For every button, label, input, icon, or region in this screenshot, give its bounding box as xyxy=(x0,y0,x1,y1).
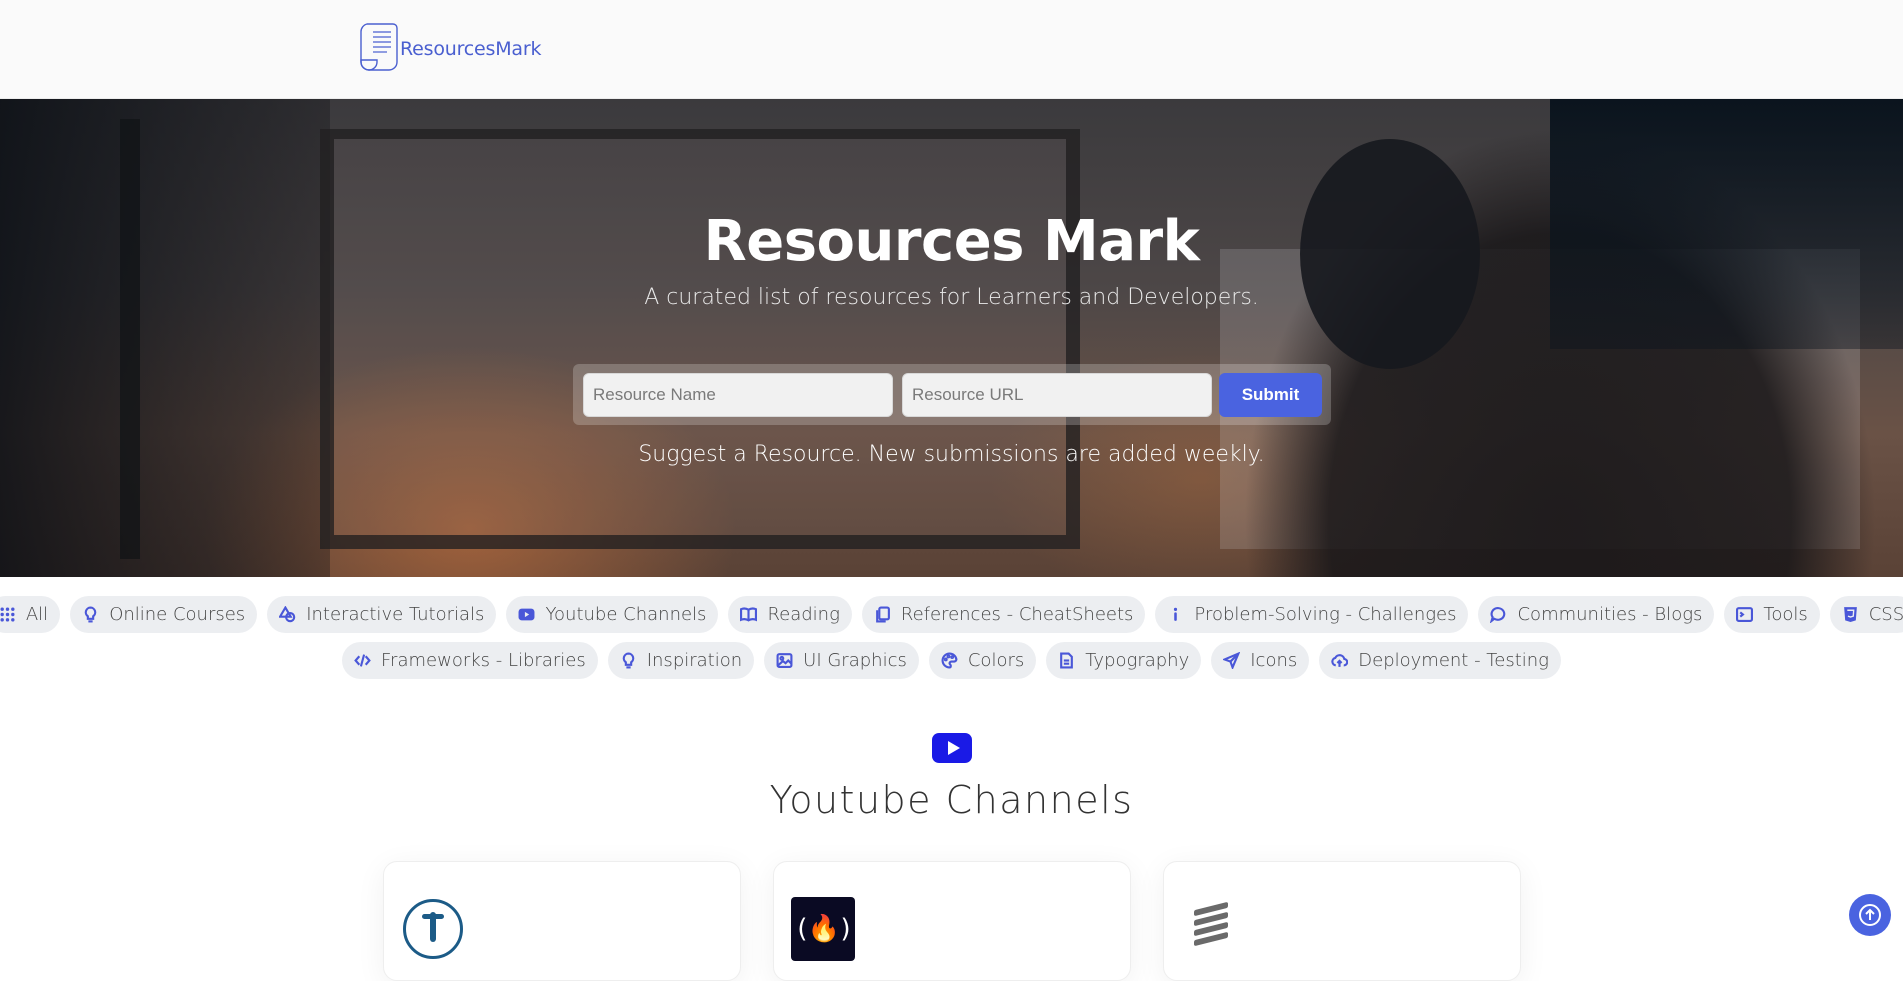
traversy-logo-icon xyxy=(403,899,463,959)
category-references-cheatsheets[interactable]: References - CheatSheets xyxy=(861,596,1146,633)
css3-icon xyxy=(1843,607,1857,622)
chat-icon xyxy=(1490,607,1506,623)
images-icon xyxy=(776,653,793,668)
category-label: All xyxy=(25,604,49,625)
category-all[interactable]: All xyxy=(0,596,61,633)
category-reading[interactable]: Reading xyxy=(728,596,852,633)
shapes-icon xyxy=(279,606,296,623)
hero-bg-shade xyxy=(0,99,330,577)
resource-card[interactable]: (🔥) xyxy=(773,861,1131,981)
category-colors[interactable]: Colors xyxy=(928,642,1037,679)
lightbulb-icon xyxy=(622,652,634,669)
category-label: Icons xyxy=(1250,650,1298,671)
category-label: Reading xyxy=(767,604,840,625)
arrow-up-circle-icon xyxy=(1859,904,1881,926)
category-deployment-testing[interactable]: Deployment - Testing xyxy=(1319,642,1561,679)
category-online-courses[interactable]: Online Courses xyxy=(70,596,258,633)
category-typography[interactable]: Typography xyxy=(1046,642,1202,679)
book-open-icon xyxy=(740,607,758,622)
category-icons[interactable]: Icons xyxy=(1211,642,1310,679)
hero-section: Resources Mark A curated list of resourc… xyxy=(0,99,1903,577)
category-label: Colors xyxy=(967,650,1025,671)
info-icon xyxy=(1174,607,1178,621)
category-tools[interactable]: Tools xyxy=(1724,596,1820,633)
category-label: Youtube Channels xyxy=(545,604,707,625)
category-label: References - CheatSheets xyxy=(900,604,1134,625)
resource-url-input[interactable] xyxy=(902,373,1212,417)
scroll-document-icon xyxy=(360,23,398,71)
resource-card[interactable] xyxy=(383,861,741,981)
scroll-to-top-button[interactable] xyxy=(1849,894,1891,936)
category-label: Frameworks - Libraries xyxy=(381,650,586,671)
stripes-logo-icon xyxy=(1194,901,1228,954)
grid-icon xyxy=(0,607,15,622)
category-label: Interactive Tutorials xyxy=(306,604,485,625)
hero-subtitle: A curated list of resources for Learners… xyxy=(644,285,1259,310)
category-label: Problem-Solving - Challenges xyxy=(1194,604,1457,625)
submit-button[interactable]: Submit xyxy=(1219,373,1322,417)
suggest-resource-form: Submit xyxy=(573,364,1331,425)
hero-title: Resources Mark xyxy=(703,209,1200,274)
terminal-icon xyxy=(1736,607,1754,622)
category-label: Communities - Blogs xyxy=(1517,604,1703,625)
category-filter: All Online Courses Interactive Tutorials… xyxy=(0,596,1903,688)
category-inspiration[interactable]: Inspiration xyxy=(607,642,755,679)
lightbulb-icon xyxy=(84,606,97,623)
category-label: Tools xyxy=(1763,604,1808,625)
send-icon xyxy=(1223,652,1241,669)
category-css[interactable]: CSS xyxy=(1829,596,1903,633)
freecodecamp-logo-icon: (🔥) xyxy=(791,897,855,961)
category-communities-blogs[interactable]: Communities - Blogs xyxy=(1478,596,1715,633)
category-label: Online Courses xyxy=(109,604,246,625)
resource-name-input[interactable] xyxy=(583,373,893,417)
category-label: CSS xyxy=(1868,604,1903,625)
category-label: Deployment - Testing xyxy=(1358,650,1549,671)
palette-icon xyxy=(941,652,958,669)
resource-card[interactable] xyxy=(1163,861,1521,981)
category-label: Inspiration xyxy=(646,650,743,671)
category-problem-solving-challenges[interactable]: Problem-Solving - Challenges xyxy=(1155,596,1469,633)
files-icon xyxy=(876,606,890,623)
category-youtube-channels[interactable]: Youtube Channels xyxy=(506,596,719,633)
category-ui-graphics[interactable]: UI Graphics xyxy=(764,642,919,679)
category-row-1: All Online Courses Interactive Tutorials… xyxy=(0,596,1903,633)
file-text-icon xyxy=(1060,652,1074,669)
section-title: Youtube Channels xyxy=(769,778,1134,822)
youtube-icon xyxy=(518,608,535,621)
category-label: Typography xyxy=(1085,650,1190,671)
hero-bg-window-frame xyxy=(120,119,140,559)
code-icon xyxy=(354,654,371,667)
category-label: UI Graphics xyxy=(803,650,907,671)
logo-text: ResourcesMark xyxy=(400,37,542,60)
site-logo[interactable]: ResourcesMark xyxy=(357,20,541,74)
category-frameworks-libraries[interactable]: Frameworks - Libraries xyxy=(342,642,598,679)
youtube-icon xyxy=(932,733,972,763)
top-navbar: ResourcesMark xyxy=(0,0,1903,99)
cloud-upload-icon xyxy=(1331,654,1349,667)
category-row-2: Frameworks - Libraries Inspiration UI Gr… xyxy=(0,642,1903,679)
hero-bg-monitor xyxy=(320,129,1080,549)
hero-note: Suggest a Resource. New submissions are … xyxy=(638,442,1265,467)
category-interactive-tutorials[interactable]: Interactive Tutorials xyxy=(267,596,497,633)
